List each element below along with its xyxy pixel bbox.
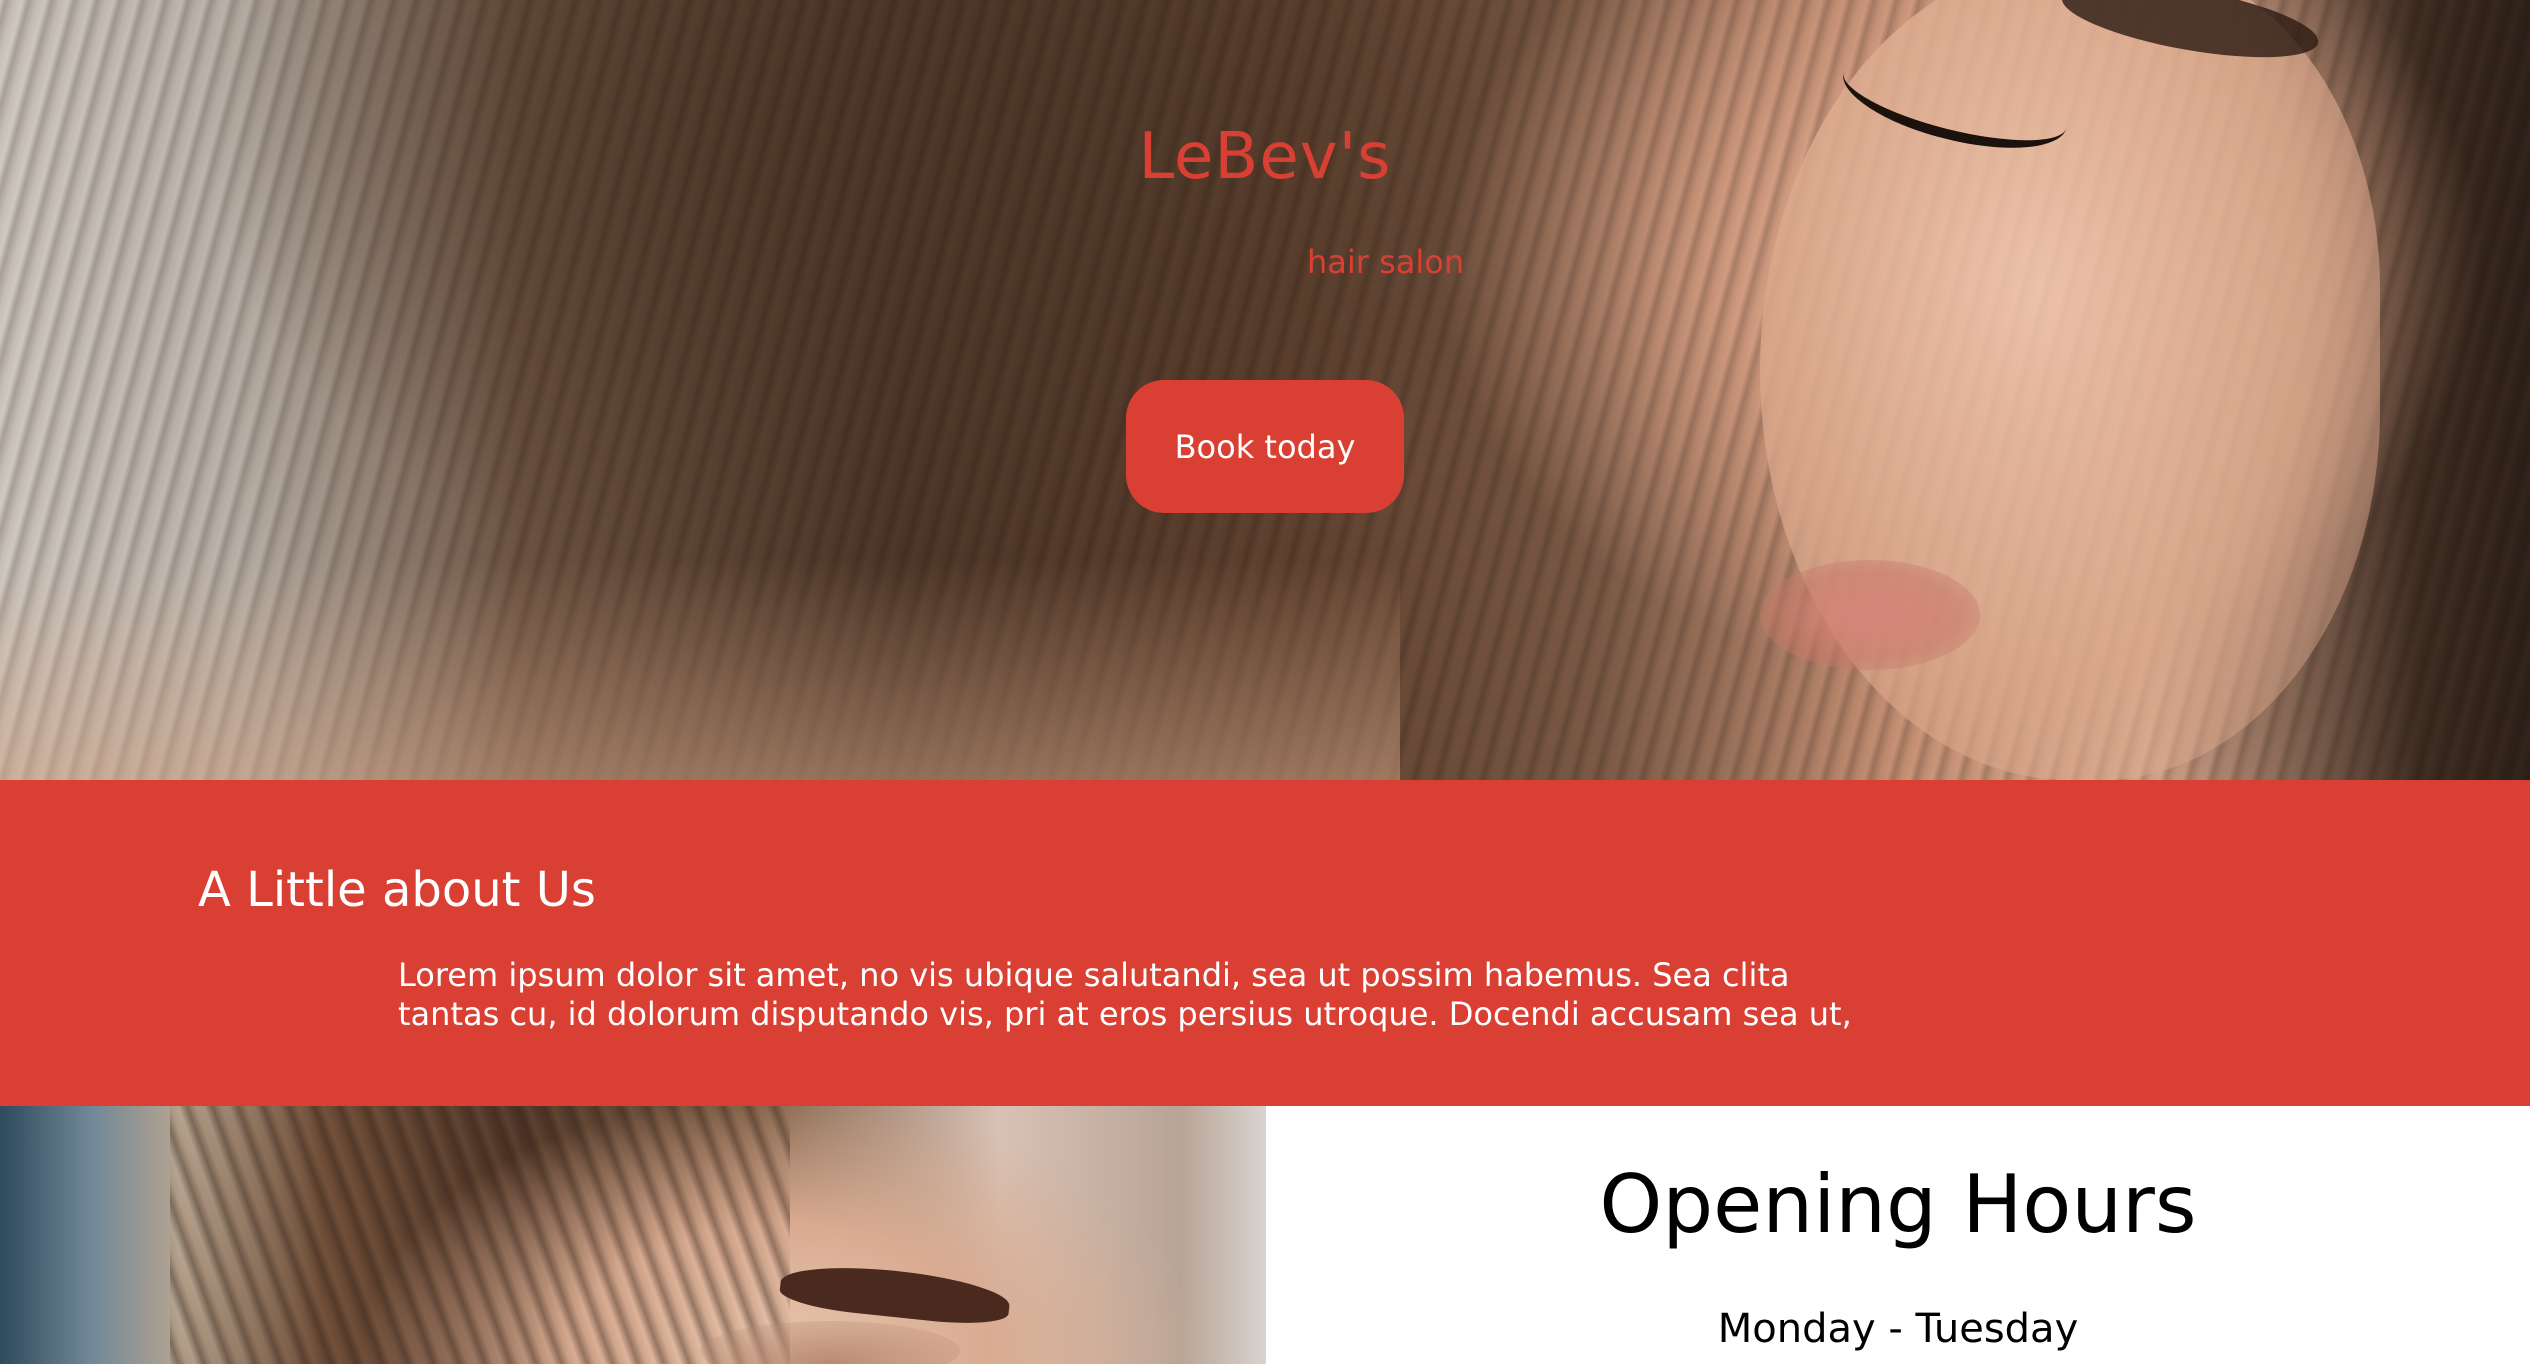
- stylist-photo: [0, 1106, 1266, 1364]
- page: LeBev's hair salon Book today A Little a…: [0, 0, 2530, 1364]
- about-heading: A Little about Us: [198, 862, 596, 918]
- opening-hours-day-range: Monday - Tuesday: [1717, 1306, 2079, 1352]
- opening-hours-section: Opening Hours Monday - Tuesday: [1266, 1106, 2530, 1364]
- hero-photo-lips: [1760, 560, 1980, 670]
- hero-section: LeBev's hair salon Book today: [0, 0, 2530, 780]
- brand-title: LeBev's: [1138, 120, 1392, 194]
- about-section: A Little about Us Lorem ipsum dolor sit …: [0, 780, 2530, 1106]
- hero-photo-shoulder: [0, 560, 1400, 780]
- book-today-button[interactable]: Book today: [1126, 380, 1404, 513]
- brand-tagline: hair salon: [1307, 243, 1465, 281]
- stylist-photo-brow: [778, 1259, 1012, 1329]
- about-body-text: Lorem ipsum dolor sit amet, no vis ubiqu…: [398, 956, 1852, 1033]
- opening-hours-heading: Opening Hours: [1599, 1158, 2197, 1251]
- stylist-photo-hair: [170, 1106, 790, 1364]
